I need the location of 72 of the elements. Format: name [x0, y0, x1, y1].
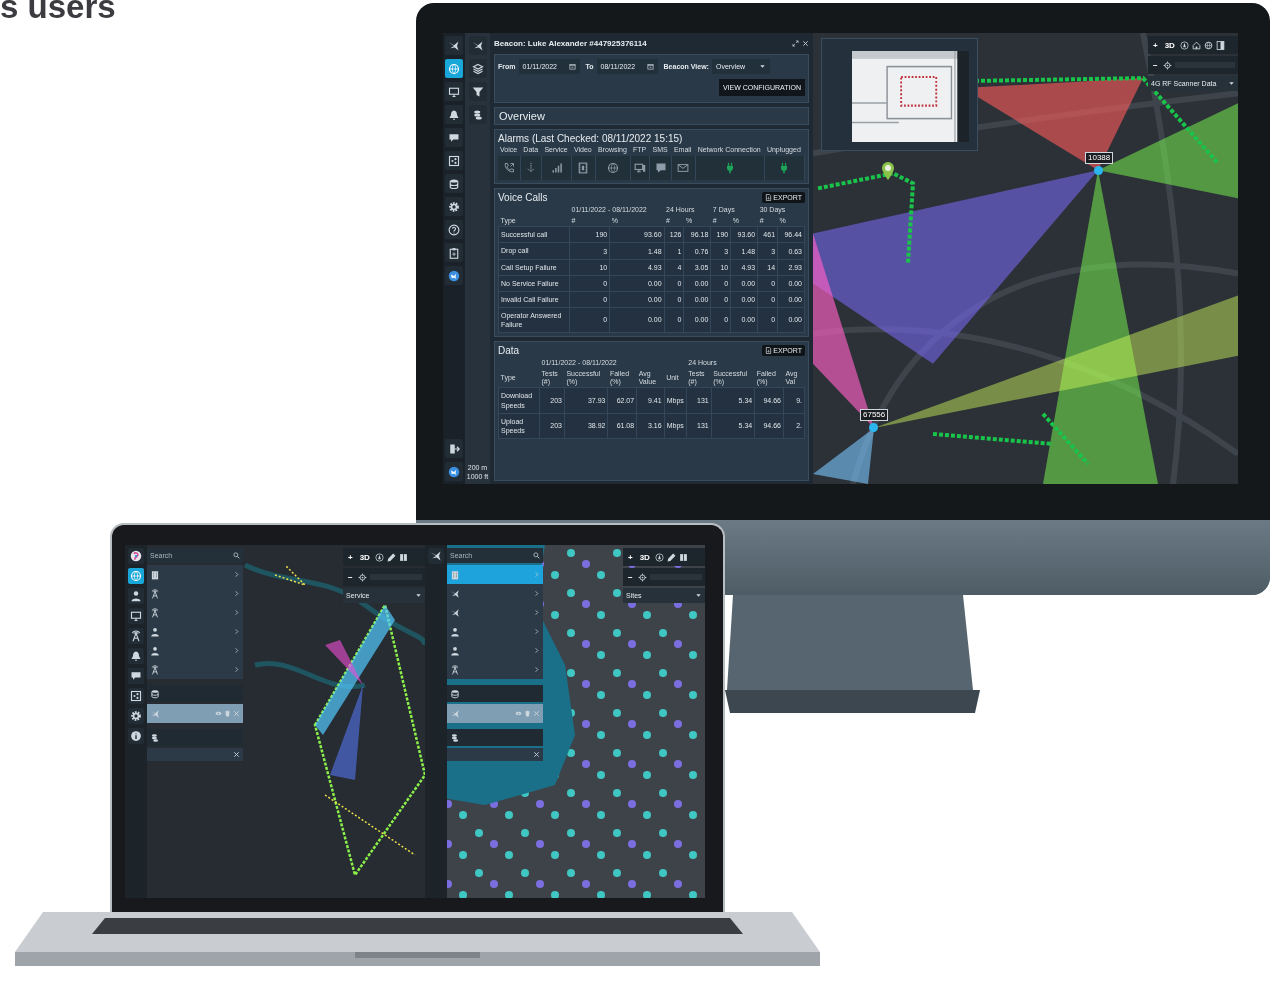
tower-icon	[150, 664, 160, 675]
chevron-icon	[533, 628, 540, 635]
bird-icon	[450, 588, 460, 599]
building-icon	[450, 569, 460, 580]
file-download-icon	[765, 193, 773, 201]
computer-icon	[634, 161, 647, 174]
zoom-out-button[interactable]: −	[346, 572, 355, 582]
3d-button[interactable]: 3D	[637, 552, 652, 562]
zoom-in-button[interactable]: +	[346, 552, 355, 562]
chevron-icon	[233, 571, 240, 578]
pencil-icon[interactable]	[666, 552, 676, 562]
chevron-icon	[533, 609, 540, 616]
globe-icon	[607, 161, 619, 174]
snapshot-field[interactable]	[447, 748, 543, 761]
zoom-in-button[interactable]: +	[626, 552, 635, 562]
building-icon	[150, 569, 160, 580]
file-download-icon	[765, 347, 773, 355]
tower-icon	[150, 588, 160, 599]
chevron-icon	[233, 609, 240, 616]
tower-icon	[150, 607, 160, 618]
person-icon	[450, 626, 460, 637]
expand-icon[interactable]	[792, 39, 799, 47]
tower-icon	[450, 664, 460, 675]
bird-icon	[150, 708, 160, 719]
compass-icon[interactable]	[654, 552, 664, 562]
bird-icon	[450, 607, 460, 618]
chevron-icon	[233, 647, 240, 654]
target-icon[interactable]	[357, 572, 367, 582]
pencil-icon[interactable]	[386, 552, 396, 562]
chevron-icon	[533, 647, 540, 654]
close-icon[interactable]	[802, 39, 809, 47]
calendar-icon[interactable]	[568, 63, 576, 70]
signal-icon	[550, 161, 563, 174]
book-icon[interactable]	[398, 552, 408, 562]
target-icon[interactable]	[637, 572, 647, 582]
heading: s users	[0, 0, 116, 23]
calendar-icon[interactable]	[646, 63, 654, 70]
card-title: Alarms (Last Checked: 08/11/2022 15:15)	[498, 133, 684, 144]
message-icon	[654, 161, 667, 174]
chevron-icon	[533, 571, 540, 578]
snapshot-field[interactable]	[147, 748, 243, 761]
person-icon	[150, 626, 160, 637]
book-icon[interactable]	[678, 552, 688, 562]
coins-icon	[150, 732, 160, 743]
card-title: Voice Calls	[498, 191, 548, 203]
caret-icon	[695, 592, 702, 599]
close-icon[interactable]	[533, 751, 540, 758]
3d-button[interactable]: 3D	[357, 552, 372, 562]
coins-icon	[450, 732, 460, 743]
person-icon	[450, 645, 460, 656]
envelope-icon	[677, 161, 690, 174]
search-icon	[233, 552, 240, 559]
close-icon[interactable]	[233, 751, 240, 758]
zoom-out-button[interactable]: −	[626, 572, 635, 582]
person-icon	[150, 645, 160, 656]
chevron-icon	[233, 666, 240, 673]
film-icon	[577, 161, 590, 174]
compass-icon[interactable]	[374, 552, 384, 562]
search-icon	[533, 552, 540, 559]
phone-icon	[503, 161, 516, 174]
chevron-icon	[233, 590, 240, 597]
chevron-icon	[533, 590, 540, 597]
bird-icon	[450, 708, 460, 719]
chevron-icon	[233, 628, 240, 635]
database-icon	[150, 688, 160, 699]
section-header: Overview	[494, 107, 809, 125]
card-title: Data	[498, 345, 520, 357]
caret-icon	[415, 592, 422, 599]
caret-icon	[758, 63, 766, 70]
panel-title: Beacon: Luke Alexander #447925376114	[494, 38, 647, 48]
database-icon	[450, 688, 460, 699]
chevron-icon	[533, 666, 540, 673]
